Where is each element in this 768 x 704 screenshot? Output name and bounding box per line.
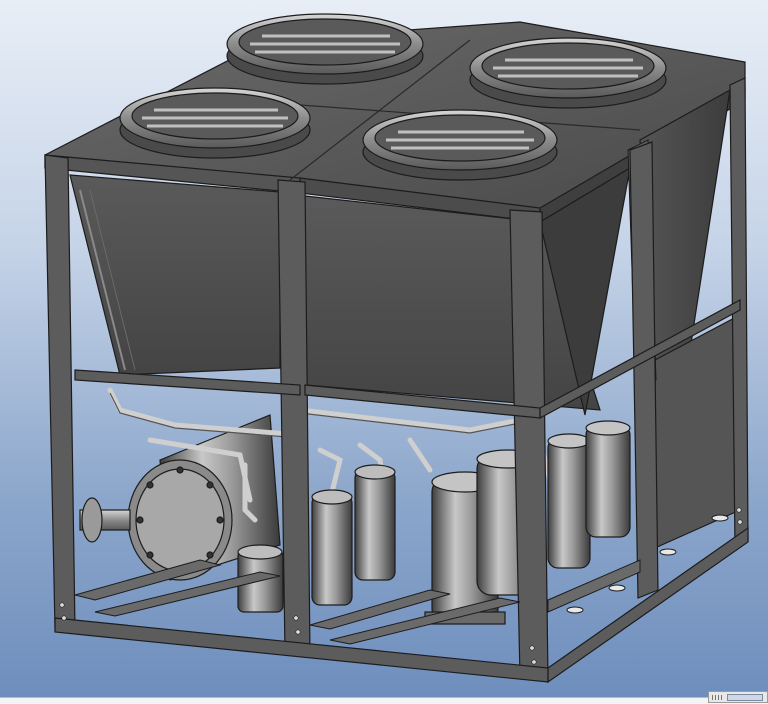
cad-viewport[interactable] xyxy=(0,0,768,697)
fan-ring-front-left xyxy=(119,87,311,159)
view-tab-icon[interactable] xyxy=(727,694,763,701)
compressor-right-2 xyxy=(585,420,631,538)
compressor-mid-left xyxy=(311,489,353,606)
fan-ring-back-left xyxy=(226,13,424,85)
resize-grip-icon[interactable] xyxy=(708,691,768,703)
grip-lines-icon xyxy=(712,695,722,700)
fan-ring-back-right xyxy=(469,37,667,109)
fan-ring-front-right xyxy=(362,109,558,181)
chiller-unit-3d-model xyxy=(44,13,749,684)
compressor-mid xyxy=(354,464,396,581)
compressor-right-1 xyxy=(547,433,591,569)
